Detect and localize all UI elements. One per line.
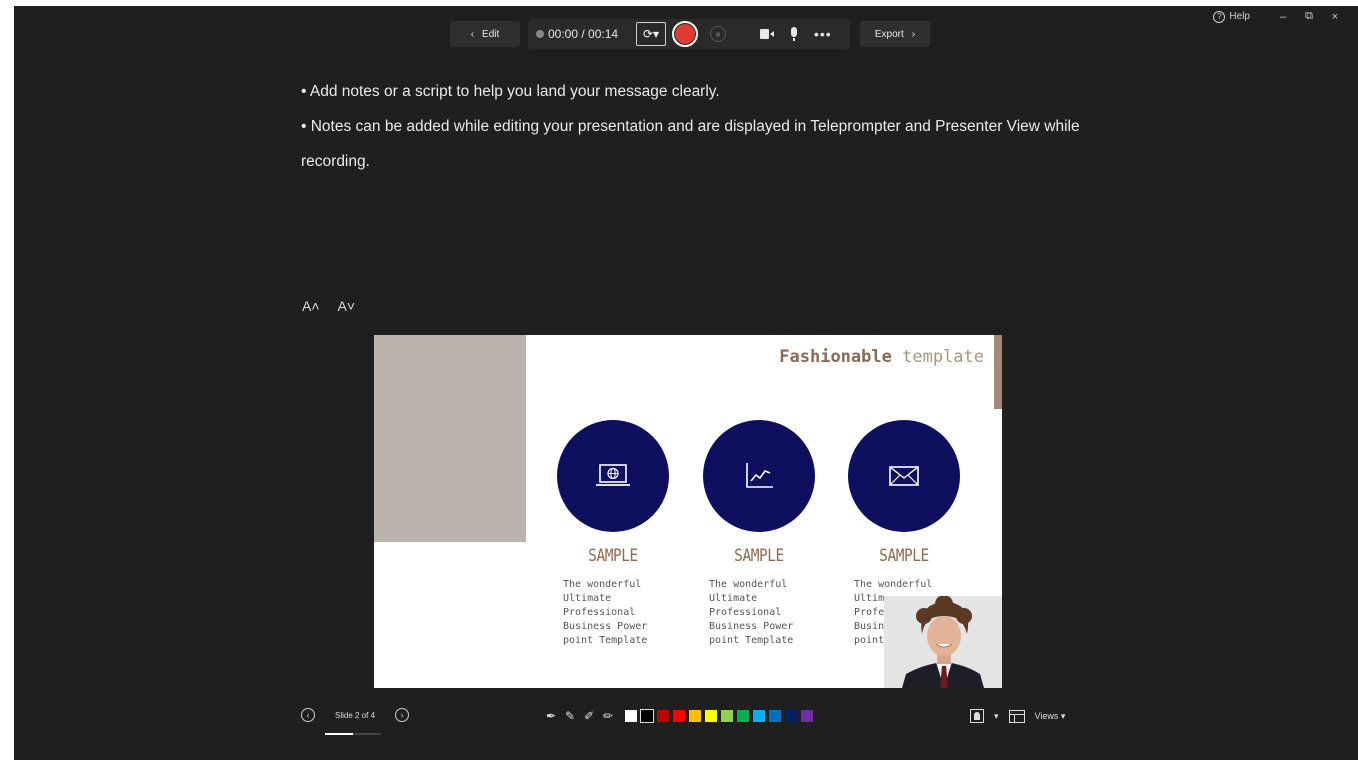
record-mode-dropdown[interactable]: ⟳▾ (636, 22, 666, 46)
column-text: The wonderful Ultimate Professional Busi… (709, 579, 794, 646)
pen-icon[interactable]: ✒ (544, 709, 558, 723)
column-text: The wonderful Ultimate Professional Busi… (563, 579, 648, 646)
chevron-left-icon: ‹ (470, 28, 475, 40)
record-button[interactable] (672, 21, 698, 47)
previous-slide-button[interactable]: ‹ (301, 708, 315, 722)
column-heading: SAMPLE (734, 546, 784, 566)
color-swatch[interactable] (736, 709, 750, 723)
recording-toolbar: ‹ Edit 00:00 / 00:14 ⟳▾ ■ ••• Export › (450, 19, 930, 49)
color-swatch[interactable] (656, 709, 670, 723)
color-swatches (624, 709, 814, 723)
views-dropdown[interactable]: Views ▾ (1035, 711, 1066, 722)
help-label: Help (1229, 11, 1250, 22)
color-swatch[interactable] (768, 709, 782, 723)
close-button[interactable]: × (1322, 11, 1348, 23)
slide-column: SAMPLE The wonderful Ultimate Profession… (557, 420, 669, 648)
time-display: 00:00 / 00:14 (548, 27, 619, 41)
stop-button[interactable]: ■ (710, 26, 726, 42)
slide-title: Fashionable template (779, 347, 984, 367)
more-options-icon[interactable]: ••• (814, 27, 832, 41)
laptop-globe-icon (596, 464, 630, 486)
column-heading: SAMPLE (879, 546, 929, 566)
chevron-right-icon: › (911, 28, 916, 40)
window-controls: ? Help – ⧉ × (1213, 10, 1348, 23)
presenter-photo (884, 596, 1002, 688)
export-label: Export (874, 28, 904, 40)
edit-button[interactable]: ‹ Edit (450, 21, 520, 47)
camera-layout-icon[interactable] (970, 709, 984, 723)
slide-indicator-label: Slide 2 of 4 (334, 710, 376, 720)
record-controls: 00:00 / 00:14 ⟳▾ ■ ••• (528, 19, 850, 49)
slide-navigation: ‹ Slide 2 of 4 › (301, 708, 409, 735)
color-swatch[interactable] (640, 709, 654, 723)
line-chart-icon (746, 463, 773, 488)
accent-bar (994, 335, 1002, 409)
camera-icon[interactable] (760, 28, 774, 40)
view-tools: ▾ Views ▾ (970, 709, 1065, 723)
eraser-icon[interactable]: ✏ (601, 709, 615, 723)
ink-tools: ✒ ✎ ✐ ✏ (544, 709, 814, 723)
next-slide-button[interactable]: › (395, 708, 409, 722)
color-swatch[interactable] (672, 709, 686, 723)
increase-font-button[interactable]: A˄ (302, 298, 320, 314)
decorative-block (374, 335, 526, 542)
timer: 00:00 / 00:14 (536, 27, 632, 41)
color-swatch[interactable] (624, 709, 638, 723)
restore-button[interactable]: ⧉ (1296, 10, 1322, 23)
app-window: ? Help – ⧉ × ‹ Edit 00:00 / 00:14 ⟳▾ ■ •… (14, 6, 1358, 760)
circle-badge (703, 420, 815, 532)
help-button[interactable]: ? Help (1213, 10, 1250, 23)
column-heading: SAMPLE (588, 546, 638, 566)
slide-title-bold: Fashionable (779, 347, 892, 367)
slide-title-light: template (902, 347, 984, 367)
views-icon[interactable] (1008, 709, 1025, 723)
decrease-font-button[interactable]: A˅ (338, 298, 356, 314)
notes-line: • Notes can be added while editing your … (301, 118, 1080, 170)
slide-column: SAMPLE The wonderful Ultimate Profession… (703, 420, 815, 648)
circle-badge (848, 420, 960, 532)
color-swatch[interactable] (704, 709, 718, 723)
font-size-controls: A˄ A˅ (302, 298, 355, 314)
color-swatch[interactable] (784, 709, 798, 723)
slide-preview: Fashionable template SAMPLE The wonderfu… (374, 335, 1002, 688)
color-swatch[interactable] (720, 709, 734, 723)
circle-badge (557, 420, 669, 532)
laser-pointer-icon[interactable]: ✐ (582, 709, 596, 723)
help-icon: ? (1213, 10, 1226, 23)
bottom-bar: ‹ Slide 2 of 4 › ✒ ✎ ✐ ✏ ▾ Views ▾ (14, 706, 1358, 735)
edit-label: Edit (482, 28, 500, 40)
slide-indicator: Slide 2 of 4 (325, 710, 383, 735)
notes-line: • Add notes or a script to help you land… (301, 83, 720, 100)
camera-layout-dropdown[interactable]: ▾ (994, 711, 999, 722)
color-swatch[interactable] (688, 709, 702, 723)
speaker-notes[interactable]: • Add notes or a script to help you land… (301, 74, 1091, 179)
color-swatch[interactable] (752, 709, 766, 723)
export-button[interactable]: Export › (860, 21, 930, 47)
highlighter-icon[interactable]: ✎ (563, 709, 577, 723)
microphone-icon[interactable] (790, 27, 798, 41)
record-icon (675, 24, 695, 44)
slide-progress-bar (325, 732, 381, 735)
webcam-preview[interactable] (884, 596, 1002, 688)
color-swatch[interactable] (800, 709, 814, 723)
envelope-icon (889, 466, 919, 486)
status-dot-icon (536, 30, 544, 38)
minimize-button[interactable]: – (1270, 11, 1296, 23)
